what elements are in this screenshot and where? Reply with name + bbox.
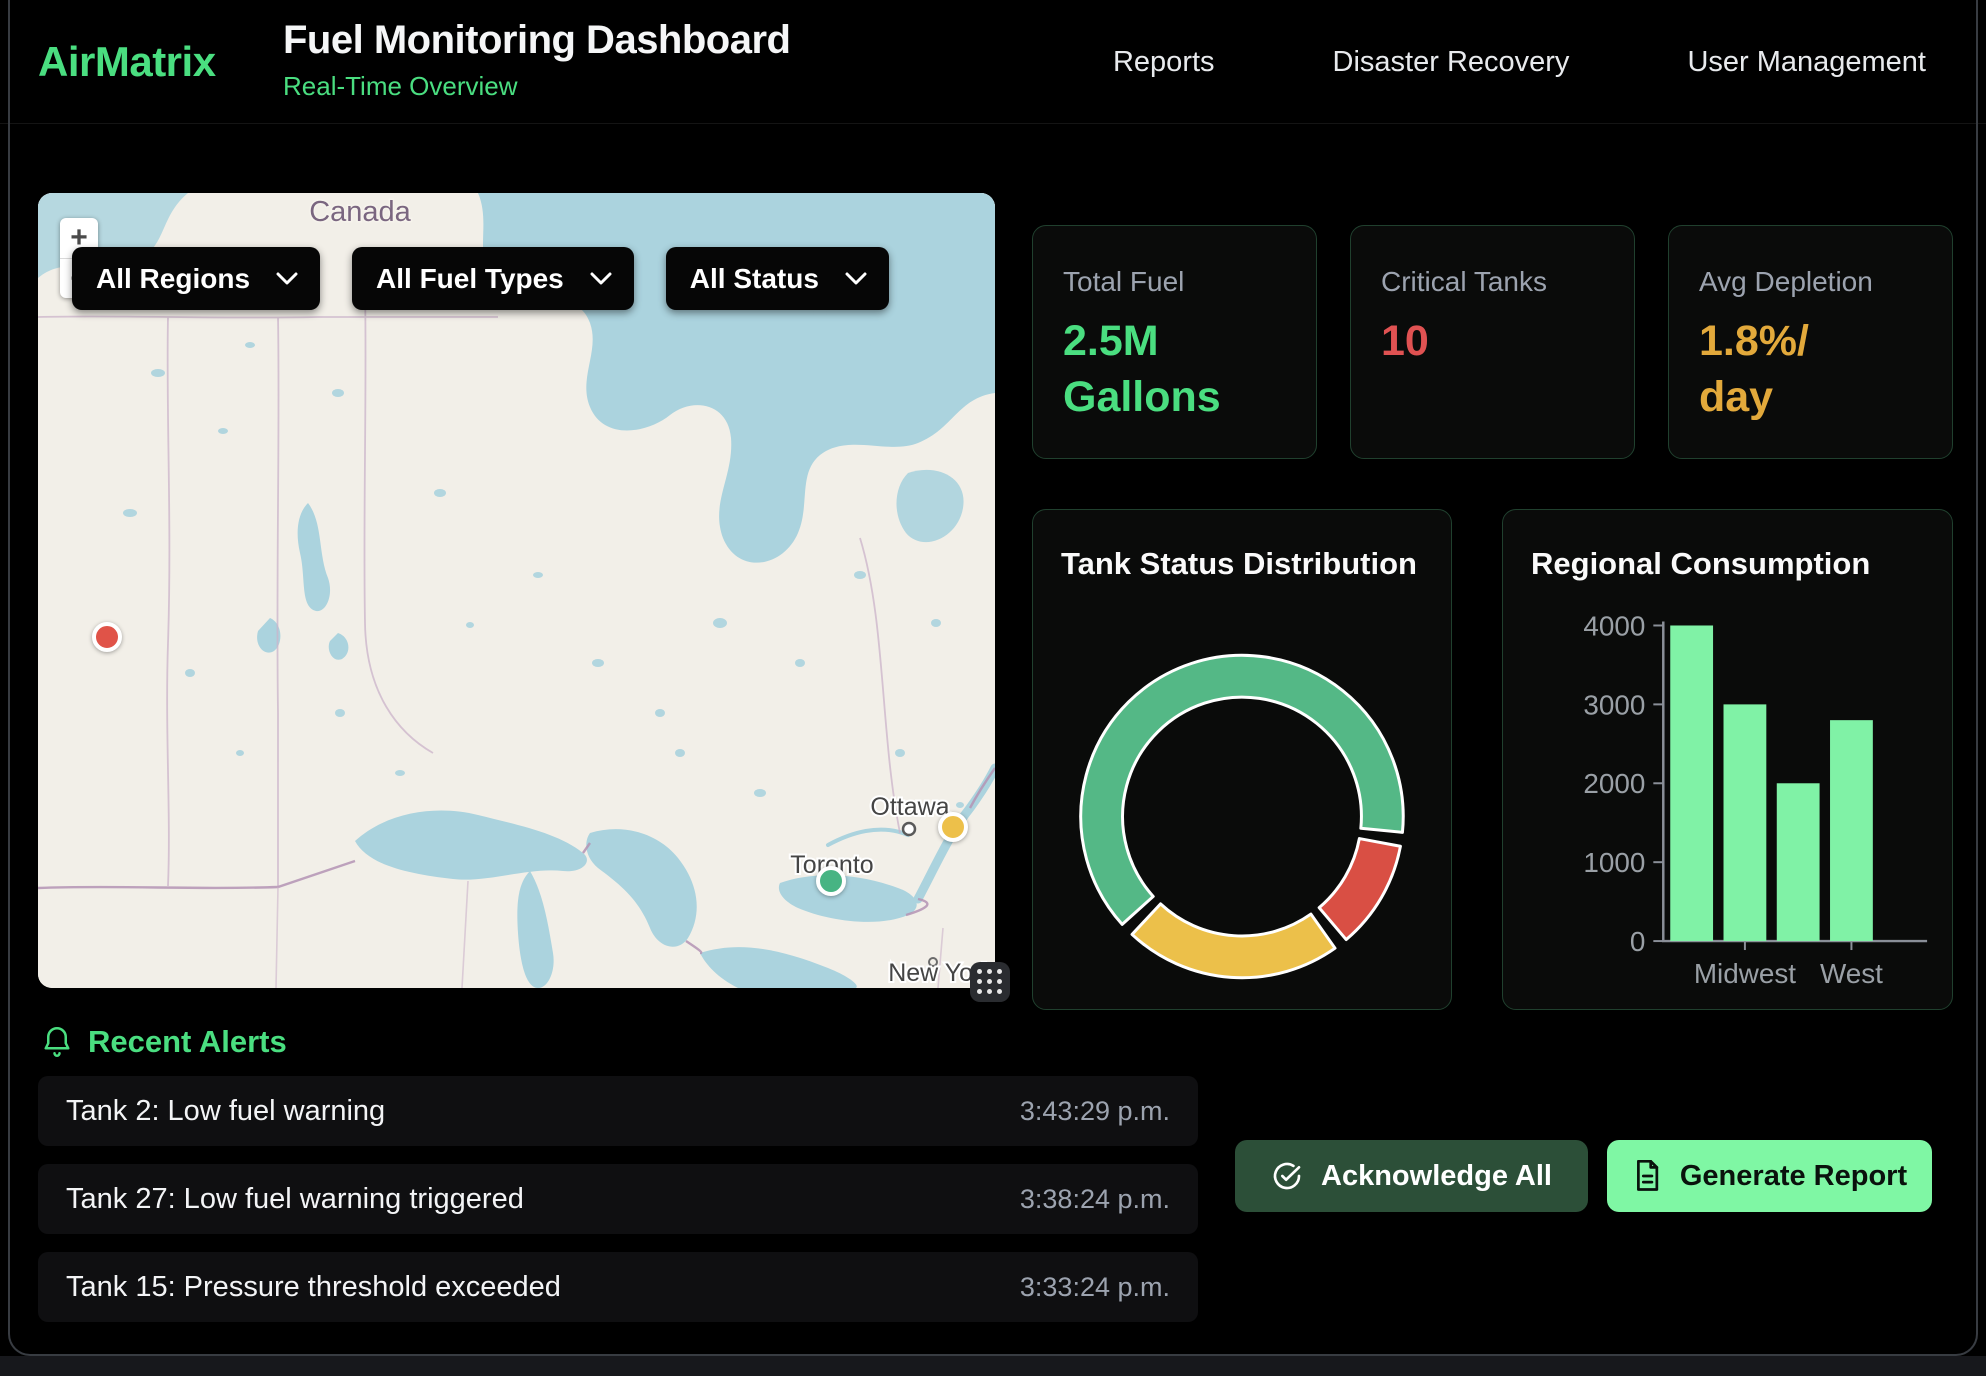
stat-card-critical-tanks: Critical Tanks 10 (1350, 225, 1635, 459)
generate-report-label: Generate Report (1680, 1160, 1907, 1193)
chevron-down-icon (845, 272, 867, 285)
bell-icon (42, 1025, 72, 1059)
stat-value: 1.8%/day (1699, 314, 1922, 426)
x-tick-label: Midwest (1694, 958, 1796, 989)
bar-west (1830, 720, 1873, 941)
bar-region-1 (1670, 625, 1713, 941)
alert-row[interactable]: Tank 27: Low fuel warning triggered 3:38:… (38, 1164, 1198, 1234)
y-tick-label: 4000 (1583, 610, 1645, 641)
alert-row[interactable]: Tank 15: Pressure threshold exceeded 3:33… (38, 1252, 1198, 1322)
bar-midwest (1724, 704, 1767, 941)
map-panel: Canada Ottawa Toronto New York + − All R… (38, 193, 995, 988)
stat-value: 2.5MGallons (1063, 314, 1286, 426)
filter-select-all-regions[interactable]: All Regions (72, 247, 320, 310)
stat-label: Critical Tanks (1381, 266, 1604, 298)
title-block: Fuel Monitoring Dashboard Real-Time Over… (283, 18, 790, 102)
tank-status-card: Tank Status Distribution (1032, 509, 1452, 1010)
map-marker-normal[interactable] (816, 866, 846, 896)
alert-list: Tank 2: Low fuel warning3:43:29 p.m.Tank… (38, 1076, 1198, 1340)
stat-card-avg-depletion: Avg Depletion 1.8%/day (1668, 225, 1953, 459)
alerts-title: Recent Alerts (88, 1024, 287, 1060)
map-filter-bar: All Regions All Fuel Types All Status (72, 247, 889, 310)
alert-row[interactable]: Tank 2: Low fuel warning 3:43:29 p.m. (38, 1076, 1198, 1146)
check-circle-icon (1271, 1160, 1303, 1192)
y-tick-label: 3000 (1583, 689, 1645, 720)
ottawa-city-dot (903, 823, 915, 835)
chevron-down-icon (590, 272, 612, 285)
chevron-down-icon (276, 272, 298, 285)
filter-select-label: All Fuel Types (376, 263, 564, 295)
y-tick-label: 1000 (1583, 847, 1645, 878)
app-header: AirMatrix Fuel Monitoring Dashboard Real… (0, 0, 1986, 124)
filter-select-all-status[interactable]: All Status (666, 247, 889, 310)
alerts-header: Recent Alerts (42, 1024, 287, 1060)
alert-message: Tank 2: Low fuel warning (66, 1095, 385, 1128)
nav-item-reports[interactable]: Reports (1113, 46, 1215, 79)
map-marker-warning[interactable] (938, 812, 968, 842)
alert-message: Tank 15: Pressure threshold exceeded (66, 1271, 561, 1304)
acknowledge-all-button[interactable]: Acknowledge All (1235, 1140, 1588, 1212)
filter-select-label: All Status (690, 263, 819, 295)
filter-select-label: All Regions (96, 263, 250, 295)
filter-select-all-fuel-types[interactable]: All Fuel Types (352, 247, 634, 310)
stat-card-total-fuel: Total Fuel 2.5MGallons (1032, 225, 1317, 459)
main-nav: Reports Disaster Recovery User Management (1113, 0, 1926, 124)
map-label-canada: Canada (309, 196, 411, 228)
page-title: Fuel Monitoring Dashboard (283, 18, 790, 63)
regional-consumption-card: Regional Consumption 01000200030004000Mi… (1502, 509, 1953, 1010)
stat-value: 10 (1381, 314, 1604, 370)
map-label-ottawa: Ottawa (870, 793, 949, 821)
donut-segment-warning (1132, 904, 1335, 978)
map-surface[interactable]: Canada Ottawa Toronto New York (38, 193, 995, 988)
regional-consumption-bar-chart: 0 1000 2000 3000 4000 Midwest West (1503, 510, 1952, 1009)
stat-label: Avg Depletion (1699, 266, 1922, 298)
y-tick-label: 0 (1630, 926, 1646, 957)
page-subtitle: Real-Time Overview (283, 71, 790, 102)
donut-segment-critical (1319, 839, 1400, 940)
x-tick-label: West (1820, 958, 1883, 989)
stat-label: Total Fuel (1063, 266, 1286, 298)
nav-item-user-management[interactable]: User Management (1687, 46, 1926, 79)
resize-grip-icon[interactable] (970, 962, 1010, 1002)
document-icon (1632, 1160, 1662, 1192)
alert-message: Tank 27: Low fuel warning triggered (66, 1183, 524, 1216)
generate-report-button[interactable]: Generate Report (1607, 1140, 1932, 1212)
alert-timestamp: 3:43:29 p.m. (1020, 1096, 1170, 1127)
alert-timestamp: 3:38:24 p.m. (1020, 1184, 1170, 1215)
nav-item-disaster-recovery[interactable]: Disaster Recovery (1333, 46, 1570, 79)
tank-status-donut-chart (1033, 510, 1451, 1009)
map-marker-critical[interactable] (92, 622, 122, 652)
acknowledge-all-label: Acknowledge All (1321, 1160, 1552, 1193)
brand-logo: AirMatrix (38, 38, 216, 86)
y-tick-label: 2000 (1583, 768, 1645, 799)
alert-timestamp: 3:33:24 p.m. (1020, 1272, 1170, 1303)
map-canvas: Canada Ottawa Toronto New York (38, 193, 995, 988)
bar-region-3 (1777, 783, 1820, 941)
bottom-strip (0, 1356, 1986, 1376)
